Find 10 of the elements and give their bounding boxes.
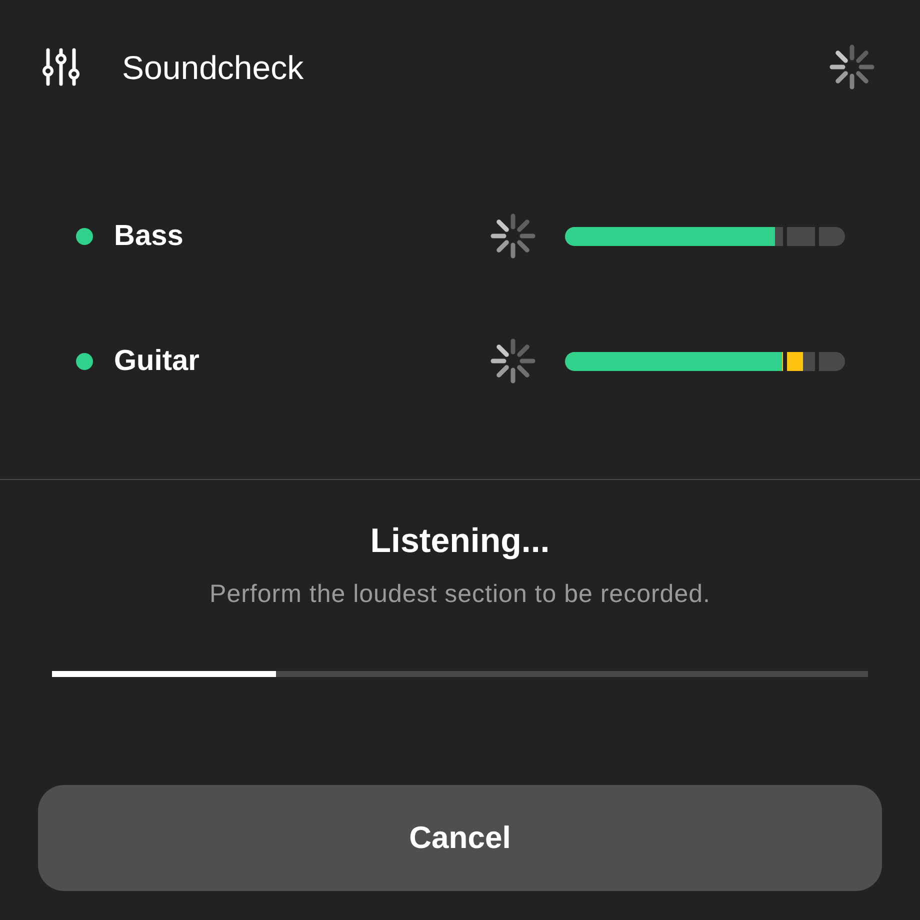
cancel-button[interactable]: Cancel: [38, 785, 882, 891]
channel-name: Bass: [114, 222, 184, 250]
loading-spinner-icon: [489, 337, 537, 385]
channel-name: Guitar: [114, 346, 200, 376]
status-title: Listening...: [370, 524, 550, 558]
status-message: Perform the loudest section to be recorded.: [210, 582, 710, 607]
loading-spinner-icon: [828, 43, 876, 91]
app-title: Soundcheck: [122, 50, 304, 84]
sliders-icon[interactable]: [42, 47, 80, 87]
loading-spinner-icon: [489, 212, 537, 260]
